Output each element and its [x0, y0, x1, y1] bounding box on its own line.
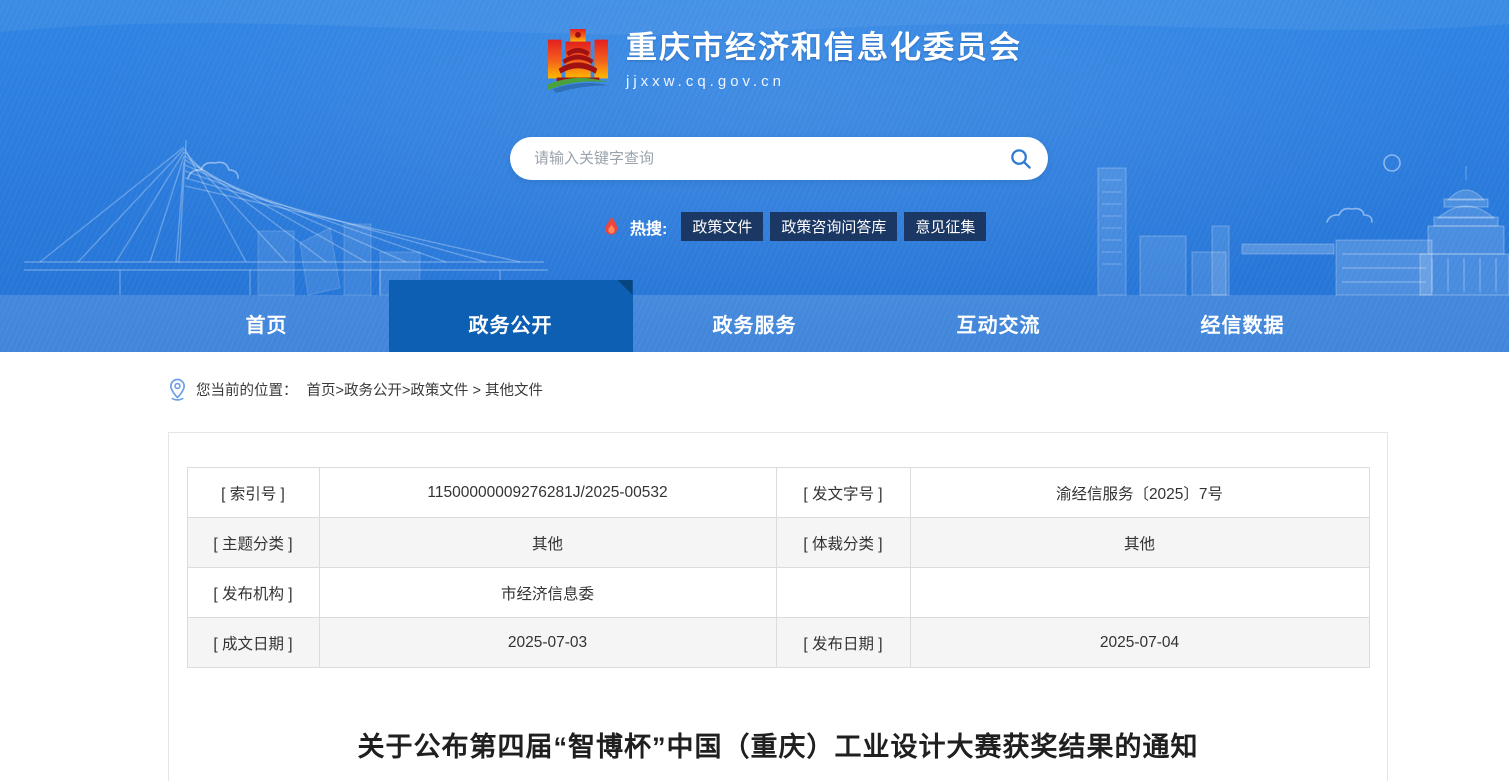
- nav-item-data[interactable]: 经信数据: [1121, 295, 1365, 352]
- meta-label-topic-category: [ 主题分类 ]: [186, 517, 320, 568]
- site-logo-text: 重庆市经济和信息化委员会 jjxxw.cq.gov.cn: [626, 27, 1022, 90]
- hot-tag-policy-files[interactable]: 政策文件: [681, 212, 764, 241]
- table-row-index: [ 索引号 ] 11500000009276281J/2025-00532 [ …: [186, 467, 1370, 518]
- meta-value-topic-category: 其他: [318, 517, 777, 568]
- meta-value-issuing-agency: 市经济信息委: [318, 567, 777, 618]
- meta-label-publish-date: [ 发布日期 ]: [775, 617, 911, 668]
- document-meta-table: [ 索引号 ] 11500000009276281J/2025-00532 [ …: [186, 467, 1370, 668]
- hot-search-label: 热搜:: [630, 220, 668, 238]
- hot-tag-opinion-collect[interactable]: 意见征集: [904, 212, 987, 241]
- meta-value-index: 11500000009276281J/2025-00532: [318, 467, 777, 518]
- meta-value-empty: [909, 567, 1370, 618]
- table-row-agency: [ 发布机构 ] 市经济信息委: [186, 567, 1370, 618]
- site-header: 重庆市经济和信息化委员会 jjxxw.cq.gov.cn 热搜: 政策文件 政策…: [0, 0, 1509, 352]
- nav-item-interaction[interactable]: 互动交流: [877, 295, 1121, 352]
- meta-value-doc-number: 渝经信服务〔2025〕7号: [909, 467, 1370, 518]
- breadcrumb-path[interactable]: 首页>政务公开>政策文件 > 其他文件: [307, 379, 543, 400]
- hot-tag-policy-qa[interactable]: 政策咨询问答库: [770, 212, 898, 241]
- search-icon: [1011, 149, 1031, 169]
- meta-value-written-date: 2025-07-03: [318, 617, 777, 668]
- nav-item-gov-open[interactable]: 政务公开: [388, 280, 633, 352]
- meta-value-genre-category: 其他: [909, 517, 1370, 568]
- document-card: [ 索引号 ] 11500000009276281J/2025-00532 [ …: [168, 432, 1388, 781]
- nav-item-gov-service[interactable]: 政务服务: [633, 295, 877, 352]
- hot-search: 热搜: 政策文件 政策咨询问答库 意见征集: [602, 212, 987, 241]
- meta-label-index: [ 索引号 ]: [186, 467, 320, 518]
- meta-label-doc-number: [ 发文字号 ]: [775, 467, 911, 518]
- site-logo-icon: [547, 29, 609, 93]
- search-button[interactable]: [1009, 147, 1048, 170]
- table-row-dates: [ 成文日期 ] 2025-07-03 [ 发布日期 ] 2025-07-04: [186, 617, 1370, 668]
- meta-label-issuing-agency: [ 发布机构 ]: [186, 567, 320, 618]
- search-input[interactable]: [510, 137, 1009, 180]
- main-nav: 首页 政务公开 政务服务 互动交流 经信数据: [0, 280, 1509, 352]
- site-logo-block[interactable]: 重庆市经济和信息化委员会 jjxxw.cq.gov.cn: [547, 27, 1022, 93]
- page: 重庆市经济和信息化委员会 jjxxw.cq.gov.cn 热搜: 政策文件 政策…: [0, 0, 1509, 781]
- site-title: 重庆市经济和信息化委员会: [626, 30, 1022, 65]
- search-bar: [510, 137, 1048, 180]
- table-row-category: [ 主题分类 ] 其他 [ 体裁分类 ] 其他: [186, 517, 1370, 568]
- breadcrumb-prefix: 您当前的位置：: [196, 383, 298, 399]
- meta-label-written-date: [ 成文日期 ]: [186, 617, 320, 668]
- meta-label-genre-category: [ 体裁分类 ]: [775, 517, 911, 568]
- site-domain: jjxxw.cq.gov.cn: [626, 73, 785, 90]
- meta-value-publish-date: 2025-07-04: [909, 617, 1370, 668]
- location-pin-icon: [169, 378, 186, 401]
- flame-icon: [605, 215, 618, 235]
- main-nav-inner: 首页 政务公开 政务服务 互动交流 经信数据: [145, 280, 1365, 352]
- article-title: 关于公布第四届“智博杯”中国（重庆）工业设计大赛获奖结果的通知: [357, 732, 1199, 762]
- breadcrumb: 您当前的位置： 首页>政务公开>政策文件 > 其他文件: [168, 378, 543, 401]
- meta-label-empty: [775, 567, 911, 618]
- nav-item-home[interactable]: 首页: [145, 295, 389, 352]
